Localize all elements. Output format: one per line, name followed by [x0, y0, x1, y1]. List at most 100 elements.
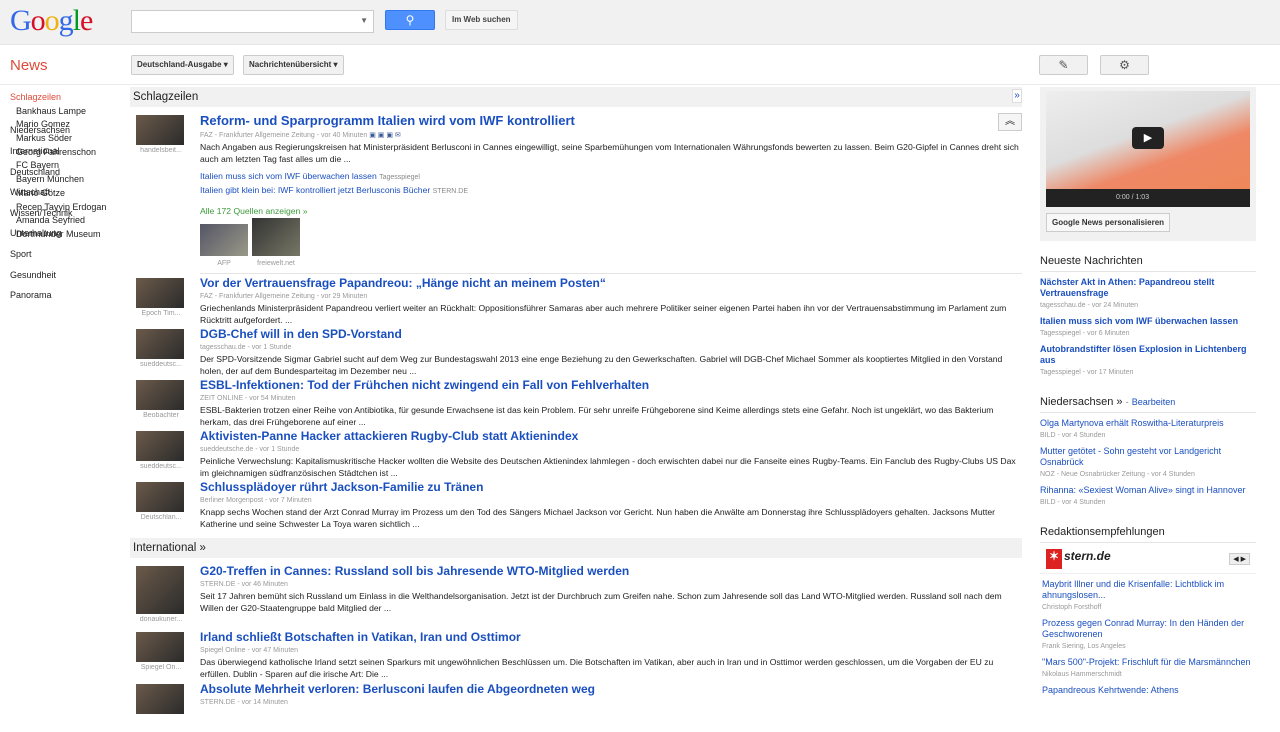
story-thumbnail[interactable]: [136, 431, 184, 461]
story-title[interactable]: Absolute Mehrheit verloren: Berlusconi l…: [200, 682, 1022, 696]
related-link[interactable]: Italien gibt klein bei: IWF kontrolliert…: [200, 185, 430, 195]
story-source: FAZ - Frankfurter Allgemeine Zeitung - v…: [200, 132, 368, 139]
news-meta: NOZ - Neue Osnabrücker Zeitung - vor 4 S…: [1040, 471, 1195, 478]
google-logo[interactable]: Google: [10, 4, 93, 38]
story: Absolute Mehrheit verloren: Berlusconi l…: [130, 682, 1022, 732]
news-link[interactable]: Autobrandstifter lösen Explosion in Lich…: [1040, 344, 1247, 365]
publisher-name: stern.de: [1064, 549, 1111, 563]
story-thumbnail[interactable]: [136, 684, 184, 714]
thumb-caption: donaukurier...: [139, 616, 183, 623]
story-snippet: ESBL-Bakterien trotzen einer Reihe von A…: [200, 405, 994, 427]
section-header-international[interactable]: International »: [130, 538, 1022, 558]
related-image[interactable]: freiewelt.net: [252, 218, 300, 267]
pencil-icon: ✎: [1058, 58, 1069, 72]
story-meta: sueddeutsche.de - vor 1 Stunde: [200, 446, 300, 453]
news-link[interactable]: Nächster Akt in Athen: Papandreou stellt…: [1040, 277, 1214, 298]
share-icons[interactable]: ▣ ▣ ▣ ✉: [369, 132, 401, 139]
story-thumbnail[interactable]: [136, 566, 184, 614]
video-controls[interactable]: 0:00 / 1:03: [1046, 189, 1250, 207]
story-title[interactable]: DGB-Chef will in den SPD-Vorstand: [200, 327, 1022, 341]
main-column: Schlagzeilen » handelsbeit... ︽ Reform- u…: [130, 87, 1022, 732]
story-thumbnail[interactable]: [136, 278, 184, 308]
news-link[interactable]: "Mars 500"-Projekt: Frischluft für die M…: [1042, 657, 1250, 667]
video-box: ▶ 0:00 / 1:03 Google News personalisiere…: [1040, 87, 1256, 241]
search-input[interactable]: ▼: [131, 10, 374, 33]
story-title[interactable]: Reform- und Sparprogramm Italien wird vo…: [200, 113, 1022, 128]
edition-dropdown[interactable]: Deutschland-Ausgabe ▾: [131, 55, 234, 75]
news-link[interactable]: Mutter getötet - Sohn gesteht vor Landge…: [1040, 446, 1221, 467]
stern-logo[interactable]: ✶ stern.de: [1046, 549, 1111, 569]
settings-button[interactable]: ⚙: [1100, 55, 1149, 75]
web-search-button[interactable]: Im Web suchen: [445, 10, 518, 30]
chevron-up-icon: ︽: [1005, 116, 1015, 127]
news-item: "Mars 500"-Projekt: Frischluft für die M…: [1042, 657, 1256, 680]
chevron-down-icon[interactable]: ▼: [360, 16, 368, 25]
story-thumbnail[interactable]: [136, 329, 184, 359]
story-snippet: Das überwiegend katholische Irland setzt…: [200, 657, 994, 679]
thumb-caption: Deutschlan...: [140, 514, 182, 521]
story-thumbnail[interactable]: [136, 632, 184, 662]
related-source: Tagesspiegel: [379, 174, 420, 181]
story-title[interactable]: ESBL-Infektionen: Tod der Frühchen nicht…: [200, 378, 1022, 392]
news-item: Autobrandstifter lösen Explosion in Lich…: [1040, 344, 1256, 378]
search-icon: ⚲: [405, 13, 415, 27]
publisher-header: ✶ stern.de ◀ ▶: [1040, 543, 1256, 574]
news-link[interactable]: Rihanna: «Sexiest Woman Alive» singt in …: [1040, 485, 1245, 495]
latest-header: Neueste Nachrichten: [1040, 255, 1256, 272]
news-item: Olga Martynova erhält Roswitha-Literatur…: [1040, 418, 1256, 441]
story-title[interactable]: Aktivisten-Panne Hacker attackieren Rugb…: [200, 429, 1022, 443]
edit-button[interactable]: ✎: [1039, 55, 1088, 75]
news-link[interactable]: Prozess gegen Conrad Murray: In den Händ…: [1042, 618, 1244, 639]
sidebar-item-schlagzeilen[interactable]: Schlagzeilen: [10, 92, 106, 106]
local-title-link[interactable]: Niedersachsen »: [1040, 396, 1123, 408]
news-meta: BILD - vor 4 Stunden: [1040, 432, 1106, 439]
sidebar-item[interactable]: Gesundheit: [10, 270, 106, 285]
collapse-button[interactable]: ︽: [998, 113, 1022, 131]
local-header: Niedersachsen » - Bearbeiten: [1040, 396, 1256, 413]
video-player[interactable]: ▶ 0:00 / 1:03: [1046, 91, 1250, 207]
sidebar-item[interactable]: Panorama: [10, 290, 106, 305]
story-thumbnail[interactable]: [136, 380, 184, 410]
related-link[interactable]: Italien muss sich vom IWF überwachen las…: [200, 171, 377, 181]
expand-button[interactable]: »: [1012, 89, 1022, 103]
gear-icon: ⚙: [1119, 58, 1130, 72]
carousel-arrows[interactable]: ◀ ▶: [1229, 553, 1250, 565]
related-image[interactable]: AFP: [200, 224, 248, 267]
sidebar-item[interactable]: Sport: [10, 249, 106, 264]
story-title[interactable]: G20-Treffen in Cannes: Russland soll bis…: [200, 564, 1022, 578]
related-articles: Italien muss sich vom IWF überwachen las…: [200, 170, 1022, 198]
news-link[interactable]: Italien muss sich vom IWF überwachen las…: [1040, 316, 1238, 326]
news-link[interactable]: Olga Martynova erhält Roswitha-Literatur…: [1040, 418, 1224, 428]
news-meta: BILD - vor 4 Stunden: [1040, 499, 1106, 506]
story-snippet: Griechenlands Ministerpräsident Papandre…: [200, 303, 1007, 325]
all-sources-link[interactable]: Alle 172 Quellen anzeigen »: [200, 206, 1022, 216]
story: sueddeutsc... DGB-Chef will in den SPD-V…: [130, 327, 1022, 377]
news-meta: Frank Siering, Los Angeles: [1042, 643, 1126, 650]
edit-local-link[interactable]: Bearbeiten: [1132, 397, 1176, 407]
story-snippet: Seit 17 Jahren bemüht sich Russland um E…: [200, 591, 1002, 613]
story-title[interactable]: Irland schließt Botschaften in Vatikan, …: [200, 630, 1022, 644]
thumb-caption: Epoch Tim...: [141, 310, 181, 317]
news-item: Prozess gegen Conrad Murray: In den Händ…: [1042, 618, 1256, 652]
story-title[interactable]: Schlussplädoyer rührt Jackson-Familie zu…: [200, 480, 1022, 494]
story-thumbnail[interactable]: [136, 482, 184, 512]
sidebar-subitem[interactable]: Bankhaus Lampe: [10, 106, 106, 120]
search-button[interactable]: ⚲: [385, 10, 435, 30]
news-link[interactable]: Maybrit Illner und die Krisenfalle: Lich…: [1042, 579, 1224, 600]
app-title[interactable]: News: [10, 57, 48, 74]
story: Deutschlan... Schlussplädoyer rührt Jack…: [130, 480, 1022, 530]
personalize-button[interactable]: Google News personalisieren: [1046, 213, 1171, 232]
news-meta: Nikolaus Hammerschmidt: [1042, 671, 1122, 678]
story-title[interactable]: Vor der Vertrauensfrage Papandreou: „Hän…: [200, 276, 1022, 290]
story-meta: STERN.DE - vor 14 Minuten: [200, 699, 288, 706]
view-label: Nachrichtenübersicht: [249, 60, 332, 69]
section-title[interactable]: International »: [133, 542, 206, 554]
story-thumbnail[interactable]: [136, 115, 184, 145]
news-item: Papandreous Kehrtwende: Athens: [1042, 685, 1256, 696]
view-dropdown[interactable]: Nachrichtenübersicht ▾: [243, 55, 344, 75]
related-images: AFP freiewelt.net: [200, 218, 1022, 267]
play-icon[interactable]: ▶: [1132, 127, 1164, 149]
story-meta: Spiegel Online - vor 47 Minuten: [200, 647, 299, 654]
news-link[interactable]: Papandreous Kehrtwende: Athens: [1042, 685, 1179, 695]
image-caption: freiewelt.net: [257, 260, 295, 267]
